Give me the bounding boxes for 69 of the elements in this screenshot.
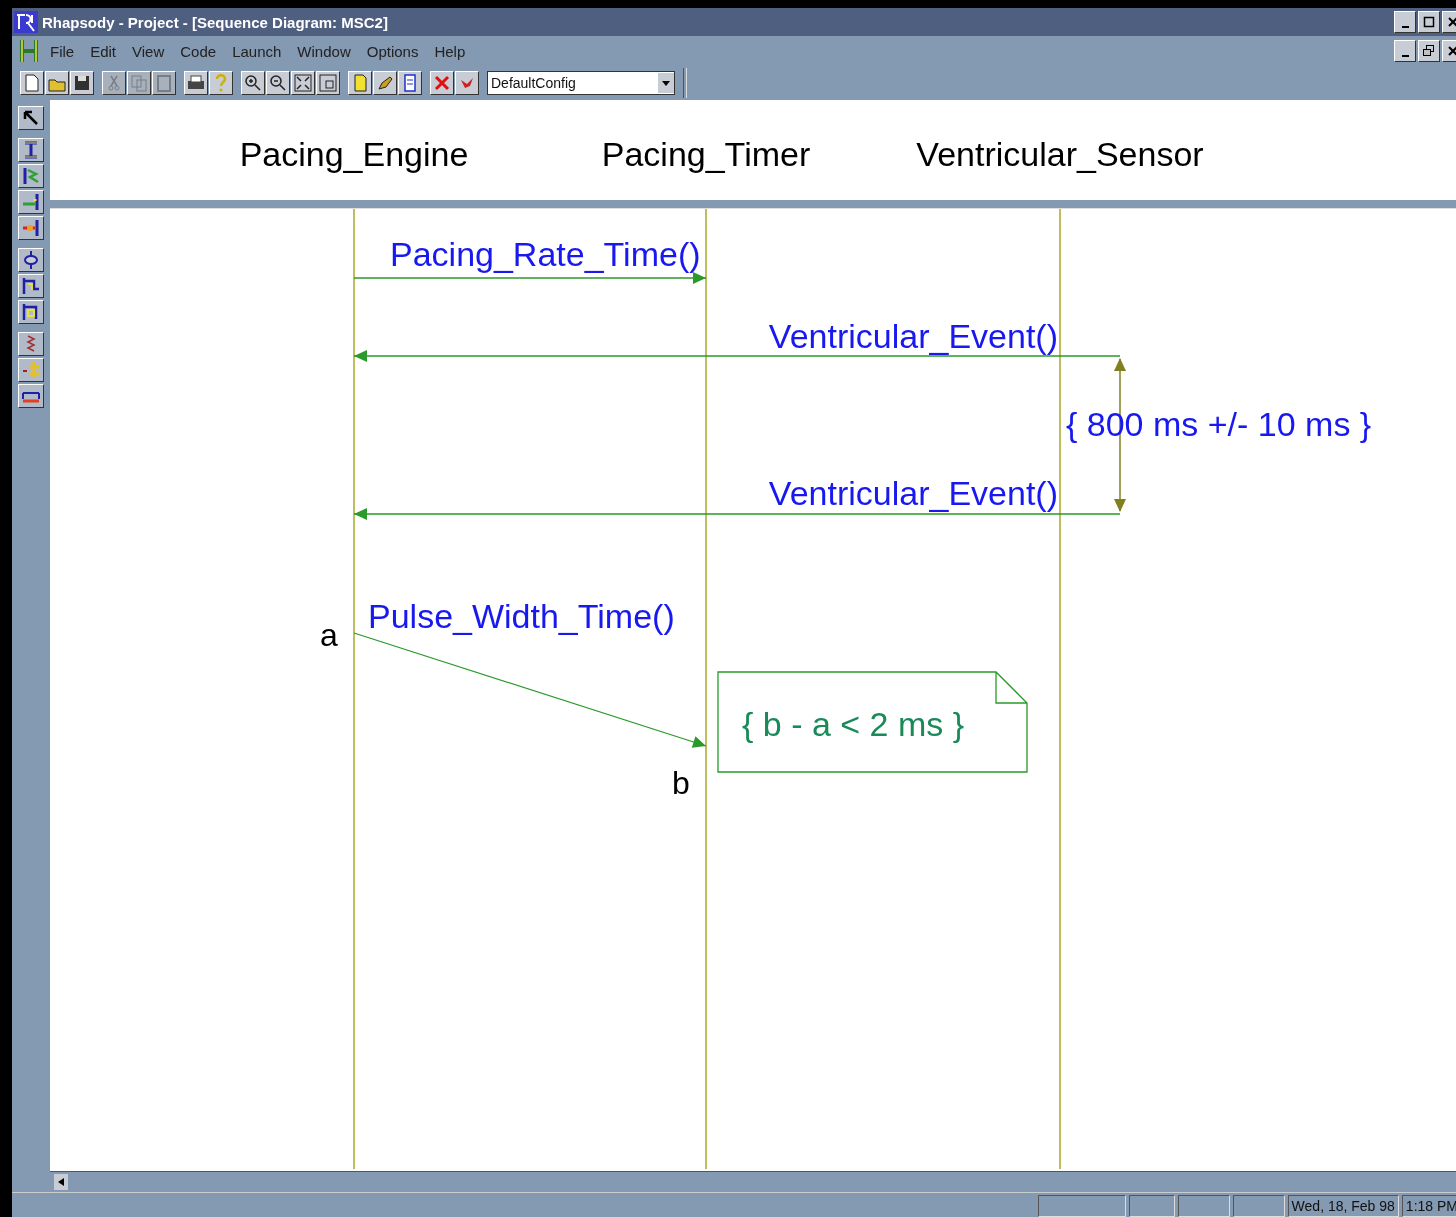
- maximize-icon: [1422, 15, 1436, 29]
- menu-item[interactable]: View: [124, 40, 173, 62]
- note-text: { b - a < 2 ms }: [742, 705, 965, 743]
- interval-tool-button[interactable]: [18, 384, 44, 408]
- menu-item[interactable]: Edit: [82, 40, 125, 62]
- bracket-box-tool-button[interactable]: [18, 300, 44, 324]
- fit-window-icon: [292, 72, 314, 94]
- status-pane: [1232, 1195, 1285, 1217]
- zoom-out-button[interactable]: [266, 71, 290, 95]
- status-time: 1:18 PM: [1401, 1195, 1456, 1217]
- reply-arrow-icon: [20, 217, 42, 239]
- message-label: Pulse_Width_Time(): [368, 597, 675, 635]
- restore-icon: [1422, 44, 1436, 58]
- status-pane: [1177, 1195, 1230, 1217]
- message-label: Ventricular_Event(): [768, 474, 1058, 512]
- message-label: Ventricular_Event(): [768, 317, 1058, 355]
- new-file-button[interactable]: [20, 71, 44, 95]
- caret-icon: [662, 80, 670, 86]
- printer-button[interactable]: [184, 71, 208, 95]
- reply-arrow-tool-button[interactable]: [18, 216, 44, 240]
- menu-item[interactable]: File: [42, 40, 83, 62]
- condition-mark-tool-button[interactable]: [18, 248, 44, 272]
- status-date: Wed, 18, Feb 98: [1287, 1195, 1399, 1217]
- status-pane: [1128, 1195, 1175, 1217]
- message-arrow-tool-button[interactable]: [18, 190, 44, 214]
- timer-tool-button[interactable]: [18, 358, 44, 382]
- minimize-icon: [1401, 54, 1409, 57]
- zigzag-message-tool-button[interactable]: [18, 164, 44, 188]
- pointer-tool-button[interactable]: [18, 106, 44, 130]
- save-button[interactable]: [70, 71, 94, 95]
- pencil-button[interactable]: [373, 71, 397, 95]
- minimize-icon: [1401, 25, 1409, 28]
- close-icon: [1446, 15, 1456, 29]
- lifeline-name: Pacing_Timer: [601, 135, 811, 173]
- bracket-tool-button[interactable]: [18, 274, 44, 298]
- scroll-left-button[interactable]: [54, 1174, 68, 1190]
- instance-line-tool-button[interactable]: [18, 138, 44, 162]
- open-folder-button[interactable]: [45, 71, 69, 95]
- app-logo-icon: [14, 11, 38, 33]
- restore-button[interactable]: [1418, 40, 1440, 62]
- menu-item[interactable]: Options: [358, 40, 427, 62]
- message-label: Pacing_Rate_Time(): [390, 235, 701, 273]
- close-icon: [1446, 44, 1456, 58]
- lifeline-name: Pacing_Engine: [239, 135, 469, 173]
- window-title: Rhapsody - Project - [Sequence Diagram: MSC2]: [42, 13, 389, 31]
- menu-item[interactable]: Help: [426, 40, 474, 62]
- zoom-box-button[interactable]: [316, 71, 340, 95]
- zoom-box-icon: [317, 72, 339, 94]
- minimize-button[interactable]: [1394, 40, 1416, 62]
- configuration-dropdown[interactable]: DefaultConfig: [487, 71, 675, 95]
- list-button[interactable]: [398, 71, 422, 95]
- delete-button[interactable]: [430, 71, 454, 95]
- page-button[interactable]: [348, 71, 372, 95]
- timer-icon: [20, 359, 42, 381]
- time-mark-label: a: [320, 617, 338, 653]
- menu-item[interactable]: Launch: [224, 40, 290, 62]
- lifeline-name: Ventricular_Sensor: [916, 135, 1204, 173]
- zoom-in-button[interactable]: [241, 71, 265, 95]
- copy-icon: [128, 72, 150, 94]
- minimize-button[interactable]: [1394, 11, 1416, 33]
- maximize-button[interactable]: [1418, 11, 1440, 33]
- time-mark-label: b: [672, 765, 690, 801]
- bracket-icon: [20, 275, 42, 297]
- help-button[interactable]: [209, 71, 233, 95]
- menu-item[interactable]: Code: [172, 40, 225, 62]
- menu-item[interactable]: Window: [289, 40, 359, 62]
- fit-window-button[interactable]: [291, 71, 315, 95]
- left-arrow-icon: [58, 1178, 64, 1186]
- spring-tool-button[interactable]: [18, 332, 44, 356]
